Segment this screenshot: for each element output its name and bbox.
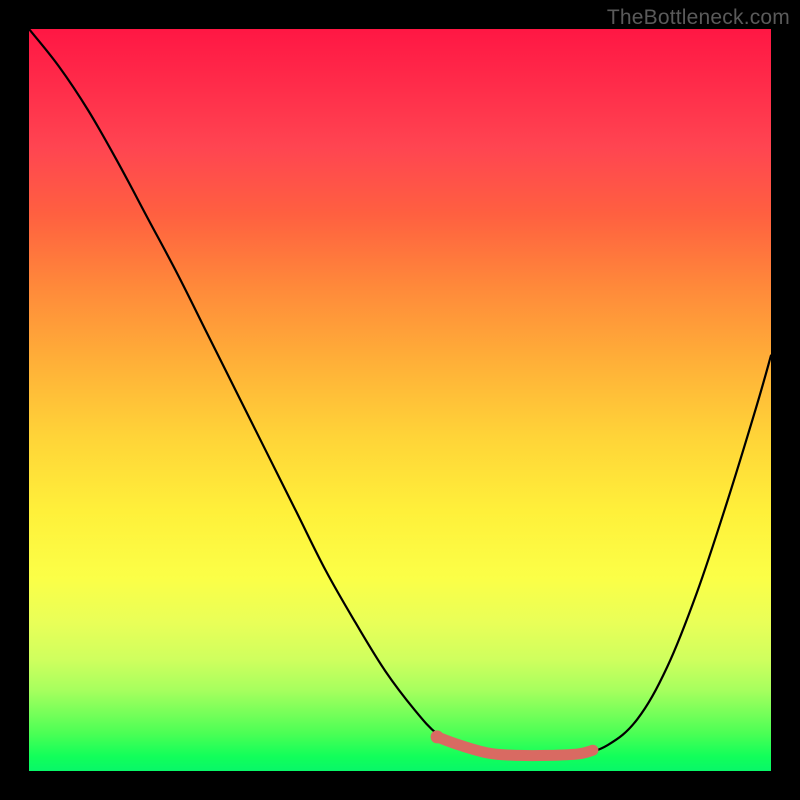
optimal-point-dot (431, 730, 444, 743)
watermark-text: TheBottleneck.com (607, 6, 790, 30)
marker-svg (29, 29, 771, 771)
plot-area (29, 29, 771, 771)
optimal-range-marker (437, 737, 593, 756)
chart-container: TheBottleneck.com (0, 0, 800, 800)
